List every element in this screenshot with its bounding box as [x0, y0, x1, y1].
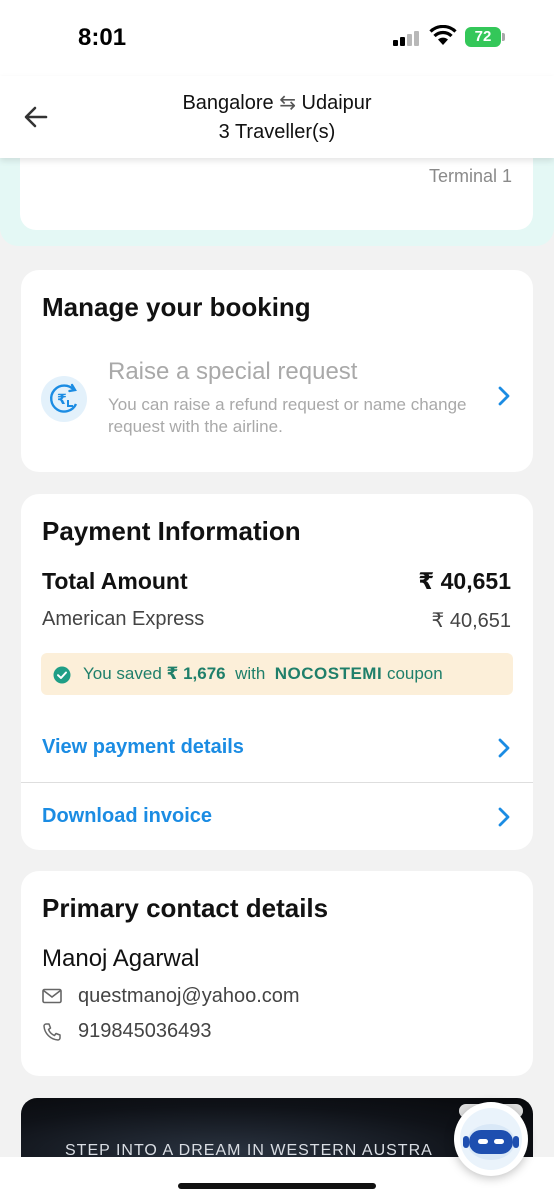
primary-contact-card: Primary contact details Manoj Agarwal qu…	[21, 871, 533, 1076]
payment-method-label: American Express	[42, 608, 205, 630]
total-amount-label: Total Amount	[42, 568, 188, 594]
route-to: Udaipur	[301, 92, 372, 114]
view-payment-details-label: View payment details	[42, 736, 244, 758]
special-request-title: Raise a special request	[108, 358, 358, 385]
terminal-label: Terminal 1	[428, 166, 512, 186]
view-payment-details-link[interactable]: View payment details	[21, 714, 533, 782]
chevron-right-icon	[498, 386, 510, 406]
total-amount-value: ₹ 40,651	[418, 568, 511, 594]
contact-phone: 919845036493	[78, 1020, 212, 1042]
route-title: Bangalore ⇆ Udaipur	[0, 90, 554, 115]
chatbot-button[interactable]	[454, 1102, 528, 1176]
travellers-count: 3 Traveller(s)	[218, 121, 336, 143]
payment-info-title: Payment Information	[42, 516, 301, 546]
swap-arrows-icon: ⇆	[279, 92, 296, 114]
rupee-refund-icon: ₹	[41, 376, 87, 422]
primary-contact-title: Primary contact details	[42, 893, 329, 923]
svg-text:₹: ₹	[57, 392, 67, 408]
special-request-description: You can raise a refund request or name c…	[108, 395, 467, 436]
route-from: Bangalore	[182, 92, 274, 114]
mail-icon	[42, 988, 62, 1004]
payment-info-card: Payment Information Total Amount ₹ 40,65…	[21, 494, 533, 850]
payment-method-amount: ₹ 40,651	[431, 610, 511, 632]
coupon-code: NOCOSTEMI	[274, 664, 383, 683]
saved-amount: ₹ 1,676	[166, 664, 226, 683]
check-circle-icon	[53, 666, 71, 684]
phone-icon	[43, 1023, 61, 1041]
chevron-right-icon	[498, 738, 510, 758]
status-time: 8:01	[78, 24, 127, 51]
promo-text: STEP INTO A DREAM IN WESTERN AUSTRA	[65, 1142, 433, 1158]
home-indicator	[178, 1183, 376, 1189]
contact-email: questmanoj@yahoo.com	[78, 985, 300, 1007]
coupon-savings-text: You saved ₹ 1,676 with NOCOSTEMI coupon	[83, 664, 443, 684]
flight-card	[20, 150, 533, 230]
signal-icon	[393, 28, 421, 46]
saved-prefix: You saved	[83, 664, 162, 683]
battery-tip	[502, 33, 505, 41]
top-app-bar: Bangalore ⇆ Udaipur 3 Traveller(s)	[0, 76, 554, 158]
wifi-icon	[429, 25, 457, 45]
manage-booking-title: Manage your booking	[42, 292, 311, 322]
download-invoice-link[interactable]: Download invoice	[21, 783, 533, 851]
contact-name: Manoj Agarwal	[42, 945, 200, 972]
robot-icon	[460, 1108, 522, 1170]
status-bar: 8:01 72	[0, 0, 554, 76]
manage-booking-card: Manage your booking ₹ Raise a special re…	[21, 270, 533, 472]
special-request-row[interactable]: ₹ Raise a special request You can raise …	[21, 350, 533, 440]
coupon-savings-banner: You saved ₹ 1,676 with NOCOSTEMI coupon	[41, 653, 513, 695]
chevron-right-icon	[498, 807, 510, 827]
saved-with: with	[235, 664, 266, 683]
download-invoice-label: Download invoice	[42, 805, 213, 827]
battery-indicator: 72	[465, 27, 501, 47]
saved-suffix: coupon	[386, 664, 443, 683]
